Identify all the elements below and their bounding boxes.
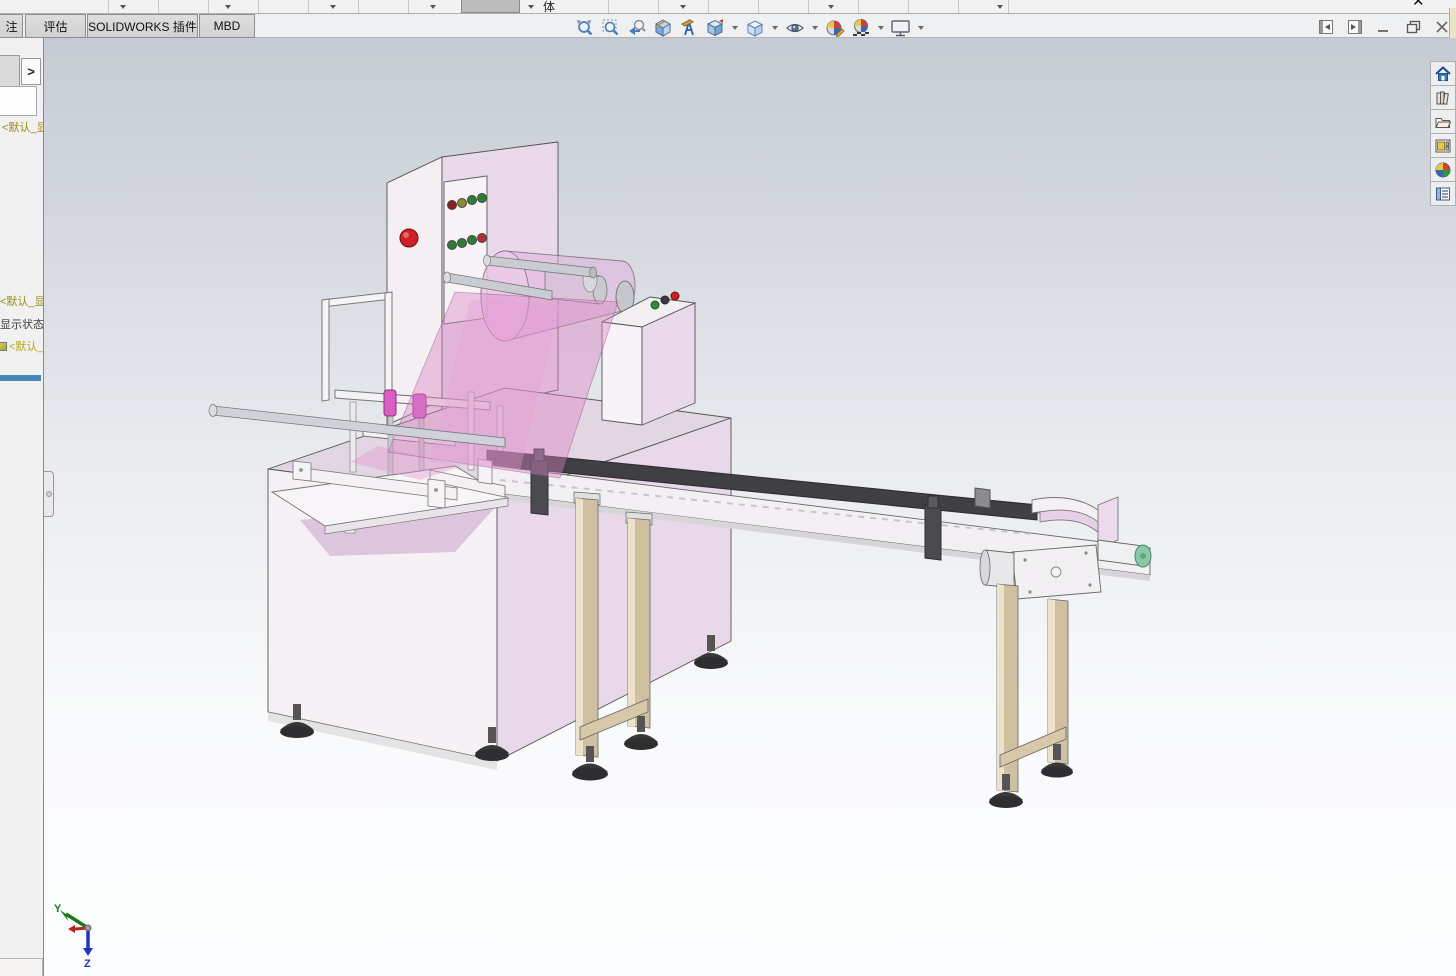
toolbar-separator xyxy=(658,0,659,13)
close-button[interactable] xyxy=(1434,19,1450,35)
machine-model[interactable]: Y Z xyxy=(44,38,1456,976)
dropdown-arrow-icon[interactable] xyxy=(918,26,924,30)
toolbar-separator xyxy=(1008,0,1009,13)
config-field[interactable] xyxy=(0,86,37,116)
config-caption: <默认_显 xyxy=(2,122,44,134)
z-axis-arrow xyxy=(83,948,93,956)
pneumatic-cylinder[interactable] xyxy=(383,389,397,417)
splitter-dot-icon xyxy=(46,491,52,497)
title-strip: 体 ✕ xyxy=(0,0,1456,14)
dropdown-arrow-icon[interactable] xyxy=(528,5,534,9)
toolbar-separator xyxy=(858,0,859,13)
orientation-triad: Y Z xyxy=(54,903,93,970)
toolbar-separator xyxy=(108,0,109,13)
section-view-icon[interactable] xyxy=(651,16,675,40)
flyout-expand-button[interactable]: > xyxy=(21,58,41,85)
tab-mbd[interactable]: MBD xyxy=(199,14,255,38)
toolbar-separator xyxy=(758,0,759,13)
appearances-scenes-button[interactable] xyxy=(1430,157,1456,182)
restore-button[interactable] xyxy=(1405,19,1421,35)
tree-item-display-state[interactable]: 显示状态- xyxy=(0,316,44,332)
tab-annotation[interactable]: 注 xyxy=(0,14,23,38)
conveyor-clamp[interactable] xyxy=(924,504,942,561)
task-pane xyxy=(1430,61,1456,206)
pressed-toolbar-button[interactable] xyxy=(461,0,520,13)
dropdown-arrow-icon[interactable] xyxy=(812,26,818,30)
view-palette-button[interactable] xyxy=(1430,133,1456,158)
dropdown-arrow-icon[interactable] xyxy=(120,5,126,9)
zoom-to-fit-icon[interactable] xyxy=(573,16,597,40)
dock-pane-left-button[interactable] xyxy=(1318,19,1334,35)
y-axis-label: Y xyxy=(54,903,62,915)
previous-view-icon[interactable] xyxy=(625,16,649,40)
toolbar-separator xyxy=(158,0,159,13)
view-orientation-icon[interactable] xyxy=(703,16,727,40)
dock-pane-right-button[interactable] xyxy=(1347,19,1363,35)
dropdown-arrow-icon[interactable] xyxy=(828,5,834,9)
file-explorer-button[interactable] xyxy=(1430,109,1456,134)
app-close-icon[interactable]: ✕ xyxy=(1412,0,1425,10)
design-library-button[interactable] xyxy=(1430,85,1456,110)
toolbar-separator xyxy=(608,0,609,13)
toolbar-separator xyxy=(308,0,309,13)
dropdown-arrow-icon[interactable] xyxy=(330,5,336,9)
zoom-to-area-icon[interactable] xyxy=(599,16,623,40)
display-style-icon[interactable] xyxy=(743,16,767,40)
dropdown-arrow-icon[interactable] xyxy=(225,5,231,9)
z-axis-label: Z xyxy=(84,958,91,970)
toolbar-separator xyxy=(808,0,809,13)
toolbar-separator xyxy=(708,0,709,13)
dropdown-arrow-icon[interactable] xyxy=(878,26,884,30)
dropdown-arrow-icon[interactable] xyxy=(430,5,436,9)
panel-bottom-box xyxy=(0,958,43,976)
dropdown-arrow-icon[interactable] xyxy=(997,5,1003,9)
x-axis-arrow xyxy=(68,925,75,933)
toolbar-separator xyxy=(408,0,409,13)
toolbar-separator xyxy=(258,0,259,13)
emergency-stop-button[interactable] xyxy=(399,228,419,248)
toolbar-separator xyxy=(908,0,909,13)
toolbar-separator xyxy=(208,0,209,13)
dropdown-arrow-icon[interactable] xyxy=(680,5,686,9)
dropdown-arrow-icon[interactable] xyxy=(732,26,738,30)
panel-splitter-handle[interactable] xyxy=(44,471,54,517)
toolbar-separator xyxy=(958,0,959,13)
dropdown-arrow-icon[interactable] xyxy=(772,26,778,30)
configuration-icon xyxy=(0,341,7,351)
home-button[interactable] xyxy=(1430,61,1456,86)
hide-show-items-icon[interactable] xyxy=(783,16,807,40)
config-accent-bar xyxy=(0,375,41,381)
panel-partial-button[interactable] xyxy=(0,55,20,89)
tab-evaluate[interactable]: 评估 xyxy=(25,14,86,38)
window-controls xyxy=(1318,16,1450,38)
feature-manager-panel: > <默认_显 <默认_显 显示状态- <默认_ xyxy=(0,38,44,976)
toolbar-separator xyxy=(358,0,359,13)
edit-appearance-icon[interactable] xyxy=(823,16,847,40)
custom-properties-button[interactable] xyxy=(1430,181,1456,206)
dynamic-annotation-views-icon[interactable] xyxy=(677,16,701,40)
tree-item-configuration[interactable]: <默认_显 xyxy=(0,293,44,309)
graphics-viewport[interactable]: Y Z xyxy=(44,38,1456,976)
tab-solidworks-addins[interactable]: SOLIDWORKS 插件 xyxy=(87,14,198,38)
apply-scene-icon[interactable] xyxy=(849,16,873,40)
partial-toolbar-button-label: 体 xyxy=(543,0,556,14)
minimize-button[interactable] xyxy=(1376,19,1392,35)
view-settings-icon[interactable] xyxy=(889,16,913,40)
tree-item-default-config[interactable]: <默认_ xyxy=(0,338,44,354)
